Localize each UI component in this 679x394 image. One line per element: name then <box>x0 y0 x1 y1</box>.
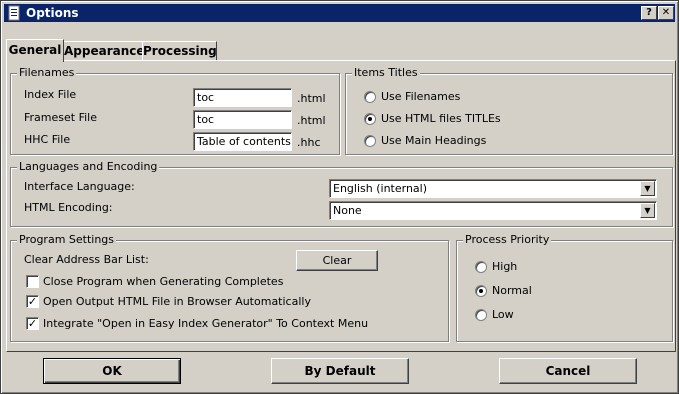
general-tab-panel: Filenames Index File toc .html Frameset … <box>6 60 676 352</box>
index-file-ext: .html <box>297 92 326 105</box>
checkbox-integrate-context-menu-label[interactable]: Integrate "Open in Easy Index Generator"… <box>43 317 368 330</box>
program-settings-legend: Program Settings <box>17 233 117 246</box>
interface-language-select[interactable]: English (internal) ▼ <box>329 179 657 198</box>
items-titles-legend: Items Titles <box>352 66 420 79</box>
radio-priority-normal-label[interactable]: Normal <box>492 284 532 297</box>
radio-use-html-titles-label[interactable]: Use HTML files TITLEs <box>381 112 501 125</box>
languages-legend: Languages and Encoding <box>17 160 160 173</box>
tab-general[interactable]: General <box>6 39 64 62</box>
ok-button[interactable]: OK <box>43 358 181 384</box>
frameset-file-label: Frameset File <box>24 111 97 124</box>
checkbox-open-output-label[interactable]: Open Output HTML File in Browser Automat… <box>43 295 311 308</box>
clear-button[interactable]: Clear <box>296 250 378 271</box>
frameset-file-input[interactable]: toc <box>193 110 292 129</box>
radio-priority-low-label[interactable]: Low <box>492 308 514 321</box>
process-priority-group: Process Priority High Normal Low <box>456 233 673 342</box>
filenames-legend: Filenames <box>17 66 77 79</box>
radio-use-main-headings-label[interactable]: Use Main Headings <box>381 134 486 147</box>
radio-use-filenames[interactable] <box>364 91 376 103</box>
cancel-button[interactable]: Cancel <box>499 358 637 384</box>
index-file-label: Index File <box>24 88 77 101</box>
window-title: Options <box>26 6 79 20</box>
languages-group: Languages and Encoding Interface Languag… <box>10 160 673 227</box>
html-encoding-value: None <box>333 204 362 217</box>
tab-processing[interactable]: Processing <box>142 41 217 60</box>
radio-use-main-headings[interactable] <box>364 135 376 147</box>
items-titles-group: Items Titles Use Filenames Use HTML file… <box>345 66 673 155</box>
hhc-file-input[interactable]: Table of contents <box>193 132 292 151</box>
options-dialog: Options ? ✕ General Appearance Processin… <box>0 0 679 394</box>
interface-language-label: Interface Language: <box>24 180 135 193</box>
index-file-input[interactable]: toc <box>193 88 292 107</box>
checkbox-close-program-label[interactable]: Close Program when Generating Completes <box>43 275 283 288</box>
tab-appearance[interactable]: Appearance <box>63 41 145 60</box>
radio-priority-high-label[interactable]: High <box>492 260 517 273</box>
program-settings-group: Program Settings Clear Address Bar List:… <box>10 233 449 342</box>
title-bar[interactable]: Options ? ✕ <box>4 4 675 22</box>
radio-priority-normal[interactable] <box>475 285 487 297</box>
checkbox-close-program[interactable] <box>26 275 39 288</box>
app-icon <box>8 5 20 21</box>
radio-use-html-titles[interactable] <box>364 113 376 125</box>
filenames-group: Filenames Index File toc .html Frameset … <box>10 66 340 155</box>
chevron-down-icon[interactable]: ▼ <box>640 181 655 196</box>
close-button[interactable]: ✕ <box>658 6 674 20</box>
radio-priority-low[interactable] <box>475 309 487 321</box>
radio-priority-high[interactable] <box>475 261 487 273</box>
radio-use-filenames-label[interactable]: Use Filenames <box>381 90 460 103</box>
checkbox-integrate-context-menu[interactable]: ✓ <box>26 317 39 330</box>
chevron-down-icon[interactable]: ▼ <box>640 203 655 218</box>
checkbox-open-output[interactable]: ✓ <box>26 295 39 308</box>
html-encoding-select[interactable]: None ▼ <box>329 201 657 220</box>
hhc-file-ext: .hhc <box>297 136 321 149</box>
by-default-button[interactable]: By Default <box>271 358 409 384</box>
html-encoding-label: HTML Encoding: <box>24 201 113 214</box>
hhc-file-label: HHC File <box>24 133 71 146</box>
clear-address-bar-label: Clear Address Bar List: <box>24 253 149 266</box>
process-priority-legend: Process Priority <box>463 233 552 246</box>
help-button[interactable]: ? <box>641 6 657 20</box>
interface-language-value: English (internal) <box>333 182 428 195</box>
frameset-file-ext: .html <box>297 114 326 127</box>
